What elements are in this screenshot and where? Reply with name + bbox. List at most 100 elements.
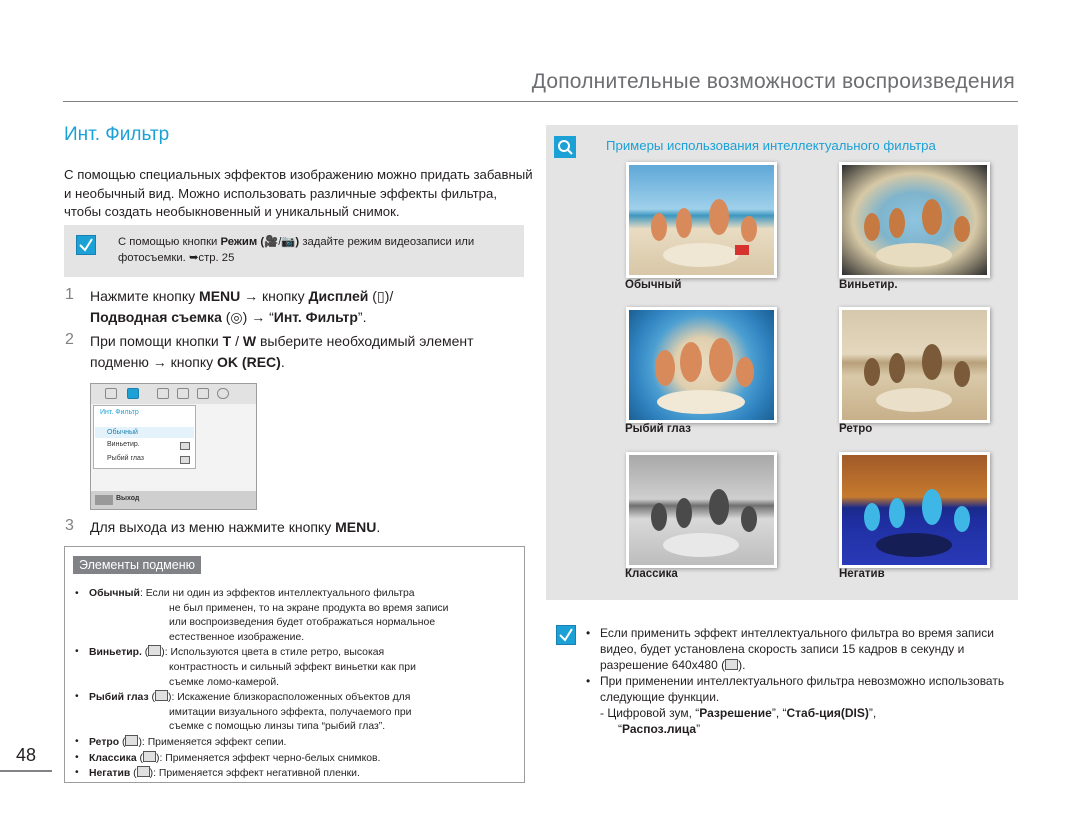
item-line: съемке ломо-камерой. [169, 676, 280, 688]
step-text: / [231, 333, 243, 349]
face-detect-item: Распоз.лица [622, 722, 697, 736]
example-label-fisheye: Рыбий глаз [625, 423, 691, 435]
menu-option-normal[interactable]: Обычный [95, 427, 194, 438]
note-bullet-1: • Если применить эффект интеллектуального… [586, 625, 1016, 673]
submenu-item-vignette: • Виньетир. (): Используются цвета в стил… [75, 645, 515, 690]
ok-key: OK (REC) [217, 354, 281, 370]
tab-icon [105, 388, 117, 399]
step-text: ) → “ [242, 309, 274, 325]
example-label-classic: Классика [625, 568, 678, 580]
item-line: ): Применяется эффект сепии. [138, 736, 287, 748]
note-sub-item: “Распоз.лица” [618, 722, 701, 736]
step-text: . [280, 354, 285, 370]
menu-tab-bar [91, 384, 256, 404]
example-photo-fisheye [626, 307, 777, 423]
example-photo-classic [626, 452, 777, 568]
item-line: или воспроизведения будет отображаться н… [169, 617, 436, 629]
example-photo-negative [839, 452, 990, 568]
menu-key-icon [95, 495, 113, 505]
submenu-item-classic: • Классика (): Применяется эффект черно-б… [75, 750, 381, 764]
bullet: • [586, 674, 591, 688]
bullet: • [75, 767, 79, 779]
item-line: имитации визуального эффекта, получаемог… [169, 706, 412, 718]
note-check-icon [76, 235, 96, 255]
step-number: 3 [65, 517, 74, 534]
dis-item: Стаб-ция(DIS) [786, 706, 869, 720]
menu-option-vignette[interactable]: Виньетир. [107, 441, 140, 448]
video-icon: 🎥 [264, 236, 279, 248]
underwater-mode: Подводная съемка [90, 309, 222, 325]
bullet: • [75, 646, 79, 658]
header-divider [63, 101, 1018, 102]
resolution-item: Разрешение [699, 706, 772, 720]
section-title: Инт. Фильтр [64, 124, 170, 145]
step-3-text: Для выхода из меню нажмите кнопку MENU. [90, 517, 530, 538]
menu-bottom-bar: Выход [91, 491, 256, 509]
submenu-item-negative: • Негатив (): Применяется эффект негативн… [75, 766, 360, 780]
item-term: Рыбий глаз [89, 692, 149, 704]
underwater-icon: ◎ [230, 309, 243, 325]
vignette-icon [148, 645, 162, 657]
note-check-icon [556, 625, 576, 645]
negative-icon [136, 766, 150, 778]
item-line: : Если ни один из эффектов интеллектуаль… [139, 588, 415, 599]
page-ref-arrow-icon: ➥ [188, 252, 199, 264]
fisheye-icon [180, 456, 190, 464]
submenu-item-retro: • Ретро (): Применяется эффект сепии. [75, 734, 287, 748]
step-2-text: При помощи кнопки T / W выберите необход… [90, 331, 530, 373]
example-photo-vignette [839, 162, 990, 278]
item-term: Обычный [89, 588, 140, 599]
note-bullet-text: При применении интеллектуального фильтра… [600, 674, 1005, 704]
step-text: ( [368, 288, 377, 304]
submenu-tab: Элементы подменю [73, 556, 202, 574]
submenu-box: Элементы подменю • Обычный: Если ни один … [64, 546, 525, 783]
note-sub-text: ” [696, 722, 701, 736]
menu-key: MENU [199, 288, 241, 304]
note-bullet-text: ). [738, 658, 746, 672]
sd-icon [725, 659, 739, 670]
step-number: 2 [65, 331, 74, 348]
settings-icon [217, 388, 229, 399]
example-photo-retro [839, 307, 990, 423]
item-line: естественное изображение. [169, 631, 305, 643]
item-line: контрастность и сильный эффект виньетки … [169, 661, 416, 673]
item-line: не был применен, то на экране продукта в… [169, 602, 449, 614]
filter-menu-panel: Инт. Фильтр Обычный Виньетир. Рыбий глаз [93, 405, 196, 469]
display-key: Дисплей [308, 288, 369, 304]
submenu-item-fisheye: • Рыбий глаз (): Искажение близкорасполож… [75, 690, 515, 735]
tab-icon [177, 388, 189, 399]
tab-icon [157, 388, 169, 399]
note-bullets: • Если применить эффект интеллектуального… [586, 625, 1016, 737]
item-line: ): Используются цвета в стиле ретро, выс… [161, 647, 385, 659]
example-photo-normal [626, 162, 777, 278]
note-bullet-2: • При применении интеллектуального фильтр… [586, 673, 1016, 737]
note-mode-button-label: Режим ( [220, 236, 265, 248]
note-text: С помощью кнопки Режим (🎥/📷) задайте реж… [118, 236, 475, 264]
camera-menu-screen: Инт. Фильтр Обычный Виньетир. Рыбий глаз… [90, 383, 257, 510]
filter-examples-panel: Примеры использования интеллектуального … [546, 125, 1018, 600]
item-line: ): Применяется эффект негативной пленки. [149, 768, 360, 780]
exit-label[interactable]: Выход [116, 495, 139, 502]
examples-title: Примеры использования интеллектуального … [606, 138, 936, 153]
bullet: • [75, 735, 79, 747]
smart-filter-item: Инт. Фильтр [273, 309, 358, 325]
example-label-vignette: Виньетир. [839, 279, 898, 291]
bullet: • [75, 751, 79, 763]
submenu-item-normal: • Обычный: Если ни один из эффектов интел… [75, 587, 515, 645]
tab-icon [197, 388, 209, 399]
tab-icon-active [127, 388, 139, 399]
intro-paragraph: С помощью специальных эффектов изображен… [64, 167, 533, 219]
menu-option-fisheye[interactable]: Рыбий глаз [107, 455, 144, 462]
step-text: Для выхода из меню нажмите кнопку [90, 519, 336, 535]
example-label-normal: Обычный [625, 279, 682, 291]
item-term: Виньетир. [89, 647, 142, 659]
submenu-list: • Обычный: Если ни один из эффектов интел… [75, 587, 515, 782]
fisheye-icon [154, 690, 168, 702]
page-number: 48 [16, 745, 37, 765]
t-key: T [222, 333, 232, 349]
w-key: W [242, 333, 257, 349]
camera-icon: 📷 [281, 236, 296, 248]
display-icon: ▯ [376, 288, 385, 304]
note-sub-item: - Цифровой зум, “Разрешение”, “Стаб-ция(… [600, 705, 1016, 721]
step-text: Нажмите кнопку [90, 288, 200, 304]
